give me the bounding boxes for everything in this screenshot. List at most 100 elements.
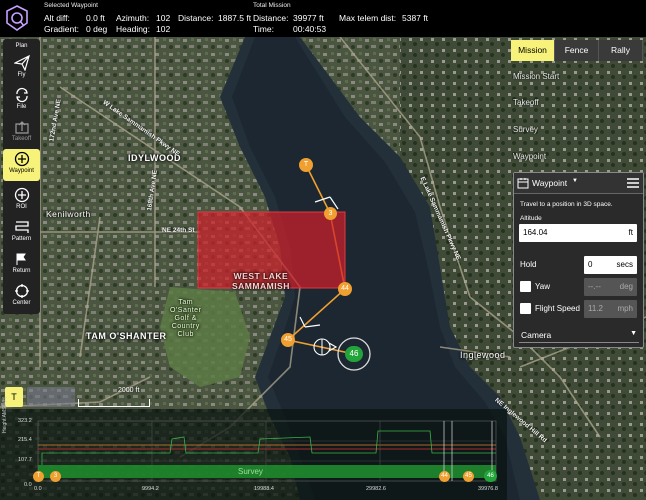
camera-label: Camera [521, 330, 552, 340]
waypoint-editor: Waypoint ▼ Travel to a position in 3D sp… [513, 172, 644, 348]
x-tick: 29982.6 [366, 486, 386, 492]
gradient-value: 0 deg [86, 24, 108, 34]
altitude-value: 164.04 [523, 228, 548, 237]
hold-input[interactable]: 0 secs [584, 256, 637, 274]
mission-item-survey[interactable]: Survey [513, 125, 643, 134]
selected-waypoint-header: Selected Waypoint [44, 2, 98, 9]
pattern-tool[interactable]: Pattern [3, 219, 40, 242]
elevation-profile[interactable]: Height AMSL (ft) 323.2 215.4 107.7 0.0 S… [0, 397, 507, 500]
waypoint-3-marker[interactable]: 3 [324, 207, 337, 220]
camera-section[interactable]: Camera ▼ [519, 326, 639, 343]
waypoint-tool[interactable]: Waypoint [3, 149, 40, 181]
flight-speed-label: Flight Speed [535, 304, 580, 313]
hold-unit: secs [616, 260, 633, 269]
time-value: 00:40:53 [293, 24, 327, 34]
plan-toolbar: Plan Fly File Takeoff Waypoint ROI Patte… [3, 39, 40, 314]
flight-speed-input[interactable]: 11.2 mph [584, 300, 637, 318]
label-kenilworth: Kenilworth [46, 209, 91, 219]
chevron-down-icon[interactable]: ▼ [572, 178, 578, 184]
yaw-input[interactable]: --.-- deg [584, 278, 637, 296]
yaw-unit: deg [619, 282, 633, 291]
waypoint-44-marker[interactable]: 44 [338, 282, 352, 296]
label-west-lake-sammamish: WEST LAKE SAMMAMISH [232, 271, 290, 291]
paper-plane-icon [13, 55, 30, 71]
elev-marker-45[interactable]: 45 [463, 471, 474, 482]
waypoint-label: Waypoint [9, 168, 34, 174]
waypoint-description: Travel to a position in 3D space. [520, 201, 613, 208]
telem-dist-value: 5387 ft [402, 13, 428, 23]
elev-marker-46[interactable]: 46 [484, 470, 497, 482]
file-tool[interactable]: File [3, 87, 40, 110]
elev-marker-takeoff[interactable]: T [33, 471, 44, 482]
hold-label: Hold [520, 260, 537, 269]
waypoint-45-marker[interactable]: 45 [281, 333, 295, 347]
plan-tabs: Mission Fence Rally [511, 40, 643, 61]
center-icon [14, 284, 29, 298]
yaw-checkbox[interactable] [520, 281, 531, 292]
center-label: Center [12, 300, 31, 306]
altitude-input[interactable]: 164.04 ft [519, 224, 637, 242]
heading-value: 102 [156, 24, 171, 34]
azimuth-value: 102 [156, 13, 171, 23]
plus-circle-icon [14, 151, 29, 167]
x-tick: 0.0 [34, 486, 42, 492]
tab-rally[interactable]: Rally [599, 40, 643, 61]
takeoff-tool[interactable]: Takeoff [3, 119, 40, 142]
azimuth-label: Azimuth: [116, 13, 150, 23]
fly-tool[interactable]: Fly [3, 55, 40, 78]
return-tool[interactable]: Return [3, 251, 40, 274]
pattern-icon [14, 221, 29, 233]
heading-label: Heading: [116, 24, 151, 34]
total-mission-header: Total Mission [253, 2, 291, 9]
hold-value: 0 [588, 260, 593, 269]
altitude-label: Altitude [520, 215, 542, 222]
roi-tool[interactable]: ROI [3, 187, 40, 210]
telem-dist-label: Max telem dist: [339, 13, 397, 23]
flight-speed-checkbox[interactable] [520, 303, 531, 314]
center-tool[interactable]: Center [3, 283, 40, 306]
x-tick: 39976.8 [478, 486, 498, 492]
alt-diff-value: 0.0 ft [86, 13, 105, 23]
x-tick: 9994.2 [142, 486, 159, 492]
waypoint-46-marker[interactable]: 46 [345, 346, 363, 362]
total-distance-label: Distance: [253, 13, 289, 23]
roi-label: ROI [16, 204, 27, 210]
waypoint-command-select[interactable]: Waypoint [532, 178, 567, 188]
label-golf-club: Tam O'Santer Golf & Country Club [170, 299, 202, 338]
tab-mission[interactable]: Mission [511, 40, 555, 61]
qgc-logo-icon[interactable] [6, 5, 28, 31]
waypoint-editor-header: Waypoint ▼ [514, 173, 643, 194]
yaw-label: Yaw [535, 282, 550, 291]
sync-icon [15, 87, 28, 103]
flight-speed-value: 11.2 [588, 304, 603, 313]
flight-speed-unit: mph [617, 304, 633, 313]
tab-fence[interactable]: Fence [555, 40, 599, 61]
chevron-down-icon: ▼ [630, 330, 637, 337]
mission-item-takeoff[interactable]: Takeoff [513, 98, 643, 107]
label-inglewood: Inglewood [460, 350, 506, 360]
x-tick: 19988.4 [254, 486, 274, 492]
mission-item-start[interactable]: Mission Start [513, 72, 643, 81]
distance-label: Distance: [178, 13, 214, 23]
survey-thumbnail[interactable] [27, 387, 75, 407]
calendar-icon [517, 178, 529, 189]
takeoff-label: Takeoff [11, 136, 32, 142]
road-label-ne-24th: NE 24th St [162, 227, 195, 234]
pattern-label: Pattern [11, 236, 32, 242]
survey-segment-label: Survey [238, 467, 263, 476]
plan-tool: Plan [3, 43, 40, 49]
takeoff-icon [14, 121, 29, 134]
mission-item-waypoint[interactable]: Waypoint [513, 152, 643, 161]
gradient-label: Gradient: [44, 24, 79, 34]
hamburger-menu-icon[interactable] [627, 178, 639, 188]
elev-marker-44[interactable]: 44 [439, 471, 450, 482]
elev-marker-3[interactable]: 3 [50, 471, 61, 482]
file-label: File [16, 104, 27, 110]
total-distance-value: 39977 ft [293, 13, 324, 23]
waypoint-takeoff-marker[interactable]: T [299, 158, 313, 172]
plan-label: Plan [15, 43, 28, 49]
return-icon [16, 253, 26, 265]
alt-diff-label: Alt diff: [44, 13, 70, 23]
plus-circle-icon [14, 187, 29, 203]
label-tam-o-shanter: TAM O'SHANTER [86, 331, 167, 341]
